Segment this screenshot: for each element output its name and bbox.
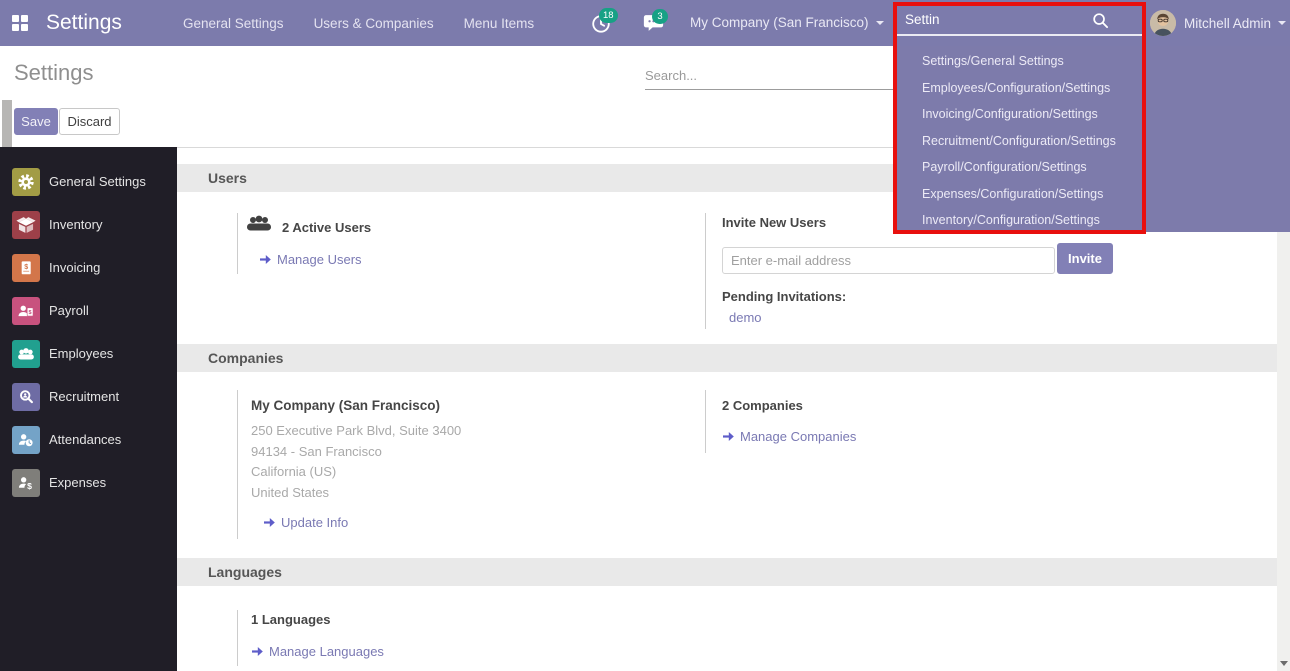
message-count-badge: 3 <box>652 9 668 24</box>
manage-users-link[interactable]: Manage Users <box>259 252 362 267</box>
navbar-menu: General Settings Users & Companies Menu … <box>183 0 534 46</box>
languages-count: 1 Languages <box>251 612 677 627</box>
sidebar-item-inventory[interactable]: Inventory <box>0 203 177 246</box>
svg-text:$: $ <box>29 310 32 316</box>
sidebar-item-invoicing[interactable]: $ Invoicing <box>0 246 177 289</box>
sidebar-item-label: Expenses <box>49 475 106 490</box>
svg-text:$: $ <box>27 480 32 490</box>
section-header-companies: Companies <box>177 344 1277 372</box>
payroll-icon: $ <box>12 297 40 325</box>
active-users-box: 2 Active Users Manage Users <box>237 213 617 274</box>
sidebar-item-label: Payroll <box>49 303 89 318</box>
menu-users-companies[interactable]: Users & Companies <box>314 16 434 31</box>
box-icon <box>12 211 40 239</box>
employees-icon <box>12 340 40 368</box>
pending-invitation-demo-link[interactable]: demo <box>729 310 1185 325</box>
address-line: 94134 - San Francisco <box>251 442 677 463</box>
activity-count-badge: 18 <box>599 8 618 23</box>
sidebar-item-employees[interactable]: Employees <box>0 332 177 375</box>
invite-button[interactable]: Invite <box>1057 243 1113 274</box>
sidebar-item-label: Invoicing <box>49 260 100 275</box>
arrow-right-icon <box>259 254 272 265</box>
sidebar-item-expenses[interactable]: $ Expenses <box>0 461 177 504</box>
search-suggestion-employees[interactable]: Employees/Configuration/Settings <box>897 75 1290 102</box>
company-name: My Company (San Francisco) <box>251 398 677 413</box>
svg-text:$: $ <box>24 264 28 271</box>
search-suggestion-payroll[interactable]: Payroll/Configuration/Settings <box>897 154 1290 181</box>
menu-general-settings[interactable]: General Settings <box>183 16 284 31</box>
search-icon[interactable] <box>1092 12 1109 34</box>
manage-companies-link[interactable]: Manage Companies <box>722 429 856 444</box>
sidebar-item-label: Inventory <box>49 217 102 232</box>
attendance-icon <box>12 426 40 454</box>
languages-box: 1 Languages Manage Languages <box>237 610 677 666</box>
manage-languages-label: Manage Languages <box>269 644 384 659</box>
search-suggestions-dropdown: Settings/General Settings Employees/Conf… <box>897 46 1290 232</box>
activity-clock-icon[interactable]: 18 <box>590 12 612 34</box>
active-users-count: 2 Active Users <box>282 220 371 235</box>
settings-sidebar: General Settings Inventory $ <box>0 147 177 671</box>
recruitment-icon <box>12 383 40 411</box>
update-info-link[interactable]: Update Info <box>263 515 348 530</box>
discard-button[interactable]: Discard <box>59 108 120 135</box>
sidebar-item-label: Employees <box>49 346 113 361</box>
sidebar-item-label: Recruitment <box>49 389 119 404</box>
sidebar-item-label: General Settings <box>49 174 146 189</box>
sidebar-item-payroll[interactable]: $ Payroll <box>0 289 177 332</box>
user-name: Mitchell Admin <box>1184 16 1271 31</box>
sidebar-item-recruitment[interactable]: Recruitment <box>0 375 177 418</box>
page-title: Settings <box>14 60 94 86</box>
manage-companies-label: Manage Companies <box>740 429 856 444</box>
search-suggestion-settings-general[interactable]: Settings/General Settings <box>897 48 1290 75</box>
company-address: 250 Executive Park Blvd, Suite 3400 9413… <box>251 421 677 503</box>
navbar-search-input[interactable] <box>897 5 1097 34</box>
save-button[interactable]: Save <box>14 108 58 135</box>
menu-menu-items[interactable]: Menu Items <box>464 16 535 31</box>
address-line: United States <box>251 483 677 504</box>
manage-languages-link[interactable]: Manage Languages <box>251 644 384 659</box>
scroll-down-arrow-icon[interactable] <box>1280 661 1288 666</box>
companies-count-box: 2 Companies Manage Companies <box>705 390 1145 453</box>
chevron-down-icon <box>876 21 884 25</box>
search-suggestion-invoicing[interactable]: Invoicing/Configuration/Settings <box>897 101 1290 128</box>
search-suggestion-expenses[interactable]: Expenses/Configuration/Settings <box>897 181 1290 208</box>
update-info-label: Update Info <box>281 515 348 530</box>
user-menu[interactable]: Mitchell Admin <box>1150 0 1286 46</box>
invite-email-input[interactable] <box>722 247 1055 274</box>
address-line: California (US) <box>251 462 677 483</box>
search-suggestion-inventory[interactable]: Inventory/Configuration/Settings <box>897 207 1290 234</box>
search-suggestion-recruitment[interactable]: Recruitment/Configuration/Settings <box>897 128 1290 155</box>
top-navbar: Settings General Settings Users & Compan… <box>0 0 1290 46</box>
manage-users-label: Manage Users <box>277 252 362 267</box>
address-line: 250 Executive Park Blvd, Suite 3400 <box>251 421 677 442</box>
companies-count: 2 Companies <box>722 398 1145 413</box>
messages-icon[interactable]: 3 <box>643 13 665 35</box>
users-group-icon <box>246 215 272 239</box>
sidebar-item-label: Attendances <box>49 432 121 447</box>
chevron-down-icon <box>1278 21 1286 25</box>
invoice-icon: $ <box>12 254 40 282</box>
sidebar-item-general-settings[interactable]: General Settings <box>0 160 177 203</box>
gear-icon <box>12 168 40 196</box>
expense-icon: $ <box>12 469 40 497</box>
arrow-right-icon <box>722 431 735 442</box>
apps-menu-icon[interactable] <box>12 15 28 31</box>
app-title: Settings <box>46 0 122 46</box>
company-selector-label: My Company (San Francisco) <box>690 15 869 30</box>
pending-invitations-label: Pending Invitations: <box>722 289 1185 304</box>
arrow-right-icon <box>263 517 276 528</box>
arrow-right-icon <box>251 646 264 657</box>
avatar <box>1150 10 1176 36</box>
company-selector[interactable]: My Company (San Francisco) <box>690 0 884 46</box>
company-info-box: My Company (San Francisco) 250 Executive… <box>237 390 677 539</box>
sidebar-item-attendances[interactable]: Attendances <box>0 418 177 461</box>
section-header-languages: Languages <box>177 558 1277 586</box>
odoo-settings-screen: Settings General Settings Users & Compan… <box>0 0 1290 671</box>
navbar-search-field[interactable] <box>897 5 1145 36</box>
